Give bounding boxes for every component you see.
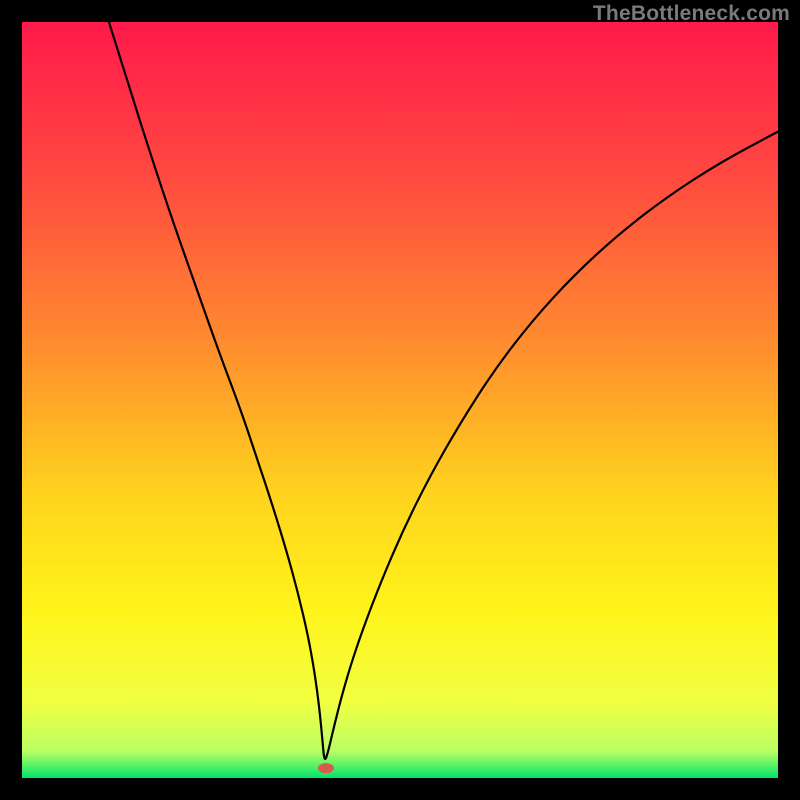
watermark-text: TheBottleneck.com — [593, 2, 790, 26]
chart-svg — [22, 22, 778, 778]
chart-frame: TheBottleneck.com — [0, 0, 800, 800]
plot-area — [22, 22, 778, 778]
gradient-background — [22, 22, 778, 778]
min-marker — [318, 763, 334, 773]
